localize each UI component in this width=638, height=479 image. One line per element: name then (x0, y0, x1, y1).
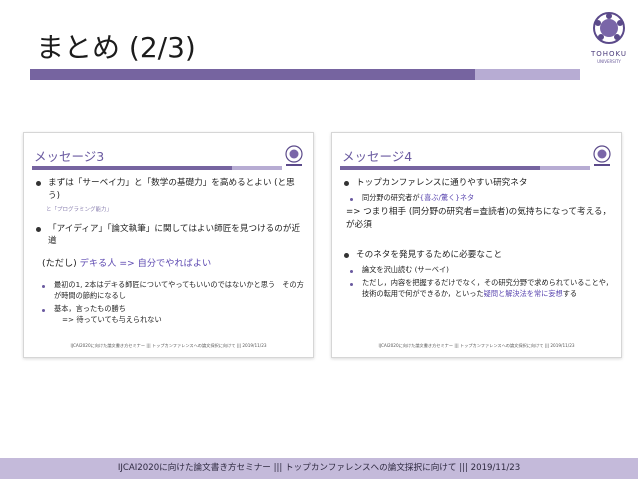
sub-bullet-continuation: => 待っていても与えられない (62, 314, 162, 324)
caveat-line: (ただし) デキる人 => 自分でやればよい (32, 258, 305, 271)
sub-bullet-icon (42, 309, 45, 312)
sub-bullet-text: 論文を沢山読む (サーベイ) (362, 264, 449, 274)
slide-title-bar (32, 166, 282, 170)
bullet-item: そのネタを発見するために必要なこと (340, 249, 613, 262)
slide-body: まずは「サーベイ力」と「数学の基礎力」を高めるとよい (と思う) と「プログラミ… (32, 177, 305, 328)
bullet-item: 「アイディア」「論文執筆」に関してはよい師匠を見つけるのが近道 (32, 223, 305, 248)
slide-title-bar-accent (540, 166, 590, 170)
title-underline-bar (30, 69, 580, 80)
sub-bullet-item: ただし，内容を把握するだけでなく，その研究分野で求められていることや，技術の転用… (340, 278, 613, 299)
bullet-text: トップカンファレンスに通りやすい研究ネタ (356, 178, 528, 188)
university-emblem-icon (593, 12, 625, 44)
slide-title: メッセージ3 (34, 149, 105, 164)
page-title: まとめ (2/3) (36, 31, 196, 64)
bullet-text: 「アイディア」「論文執筆」に関してはよい師匠を見つけるのが近道 (48, 223, 301, 247)
logo-subtext: UNIVERSITY (597, 59, 621, 64)
sub-bullet-icon (350, 197, 353, 201)
tohoku-university-logo: TOHOKU UNIVERSITY (584, 8, 634, 78)
bullet-item: まずは「サーベイ力」と「数学の基礎力」を高めるとよい (と思う) (32, 177, 305, 202)
logo-text: TOHOKU (590, 50, 628, 58)
slide-title: メッセージ4 (342, 149, 413, 164)
sub-bullet-icon (350, 269, 353, 273)
bullet-icon (344, 253, 349, 258)
bullet-icon (344, 181, 349, 186)
title-underline-accent (475, 69, 580, 80)
slide-title-bar-accent (232, 166, 282, 170)
sub-bullet-item: 基本，言ったもの勝ち => 待っていても与えられない (32, 304, 305, 325)
caveat-prefix: (ただし) (42, 257, 80, 269)
sub-bullet-suffix: する (562, 288, 578, 298)
university-emblem-icon (593, 145, 611, 166)
slide-body: トップカンファレンスに通りやすい研究ネタ 同分野の研究者が{喜ぶ/驚く}ネタ =… (340, 177, 613, 302)
university-emblem-icon (285, 145, 303, 166)
sub-bullet-text: 最初の1, 2本はデキる師匠についてやってもいいのではないかと思う その方が時間… (54, 280, 304, 300)
sub-bullet-highlight: 疑問と解決法を常に妄想 (483, 288, 563, 298)
caveat-highlight: デキる人 => 自分でやればよい (79, 257, 212, 269)
sub-bullet-highlight: {喜ぶ/驚く}ネタ (419, 192, 475, 202)
slide-thumbnail-message-4[interactable]: メッセージ4 トップカンファレンスに通りやすい研究ネタ 同分野の研究者が{喜ぶ/… (331, 132, 622, 358)
sub-bullet-icon (42, 285, 45, 288)
sub-bullet-item: 最初の1, 2本はデキる師匠についてやってもいいのではないかと思う その方が時間… (32, 280, 305, 301)
arrow-line: => つまり相手 (同分野の研究者=査読者)の気持ちになって考える，が必須 (346, 207, 612, 230)
sub-bullet-item: 論文を沢山読む (サーベイ) (340, 265, 613, 276)
bullet-icon (36, 181, 41, 186)
bullet-icon (36, 226, 41, 232)
sub-bullet-item: 同分野の研究者が{喜ぶ/驚く}ネタ (340, 193, 613, 204)
bullet-text: まずは「サーベイ力」と「数学の基礎力」を高めるとよい (と思う) (48, 178, 295, 201)
slide-footer: IJCAI2020に向けた論文書き方セミナー ||| トップカンファレンスへの論… (70, 343, 267, 348)
sub-bullet-text: 基本，言ったもの勝ち (54, 304, 126, 313)
bullet-note: と「プログラミング能力」 (46, 207, 113, 213)
bullet-text: そのネタを発見するために必要なこと (356, 250, 503, 260)
sub-bullet-icon (350, 283, 353, 286)
slide-footer: IJCAI2020に向けた論文書き方セミナー ||| トップカンファレンスへの論… (378, 343, 575, 348)
slide-title-bar (340, 166, 590, 170)
footer-text: IJCAI2020に向けた論文書き方セミナー ||| トップカンファレンスへの論… (117, 463, 521, 473)
slide-thumbnail-message-3[interactable]: メッセージ3 まずは「サーベイ力」と「数学の基礎力」を高めるとよい (と思う) … (23, 132, 314, 358)
bullet-item: トップカンファレンスに通りやすい研究ネタ (340, 177, 613, 190)
sub-bullet-text: 同分野の研究者が (362, 192, 420, 202)
